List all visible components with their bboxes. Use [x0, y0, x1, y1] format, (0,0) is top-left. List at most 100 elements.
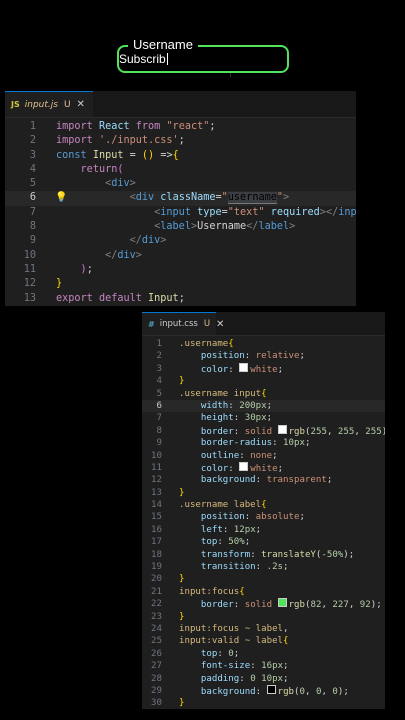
code-line[interactable]: 10 </div>	[5, 249, 356, 263]
code-line[interactable]: 9 border-radius: 10px;	[142, 437, 385, 449]
code-token: :	[255, 686, 267, 697]
code-line[interactable]: 8 border: solid rgb(255, 255, 255);	[142, 424, 385, 438]
code-token: {	[261, 500, 267, 511]
code-token: background	[200, 475, 256, 486]
code-line[interactable]: 18 transform: translateY(-50%);	[142, 549, 385, 561]
code-line[interactable]: 8 <label>Username</label>	[5, 220, 356, 234]
code-token: ;	[299, 512, 305, 523]
color-swatch-icon[interactable]	[239, 461, 249, 471]
color-swatch-icon[interactable]	[277, 424, 287, 434]
css-editor-panel: # input.css U ✕ 1 .username{2 position: r…	[142, 312, 385, 709]
code-line[interactable]: 15 position: absolute;	[142, 511, 385, 523]
line-number: 10	[151, 450, 162, 461]
code-line[interactable]: 14 .username label{	[142, 499, 385, 511]
code-line[interactable]: 2 import './input.css';	[5, 134, 356, 148]
color-swatch-icon[interactable]	[266, 684, 276, 694]
code-token: username	[227, 192, 277, 205]
code-line[interactable]: 7 height: 30px;	[142, 412, 385, 424]
code-token: div	[141, 235, 161, 247]
line-number: 6	[29, 192, 36, 204]
line-number: 14	[151, 500, 162, 511]
code-line[interactable]: 4}	[142, 375, 385, 387]
line-number: 18	[151, 549, 162, 560]
code-line[interactable]: 26 top: 0;	[142, 648, 385, 660]
code-line[interactable]: 5 <div>	[5, 177, 356, 191]
code-text: import './input.css';	[56, 134, 185, 148]
tab-input-js[interactable]: JS input.js U ✕	[5, 91, 93, 117]
close-icon[interactable]: ✕	[77, 99, 85, 110]
divider-tick	[230, 73, 231, 77]
code-line[interactable]: 11 color: white;	[142, 461, 385, 474]
code-line[interactable]: 3 const Input = () =>{	[5, 149, 356, 163]
code-token: border-radius	[200, 438, 273, 449]
code-line[interactable]: 20}	[142, 573, 385, 585]
code-text: background: transparent;	[179, 474, 332, 486]
code-line[interactable]: 7 <input type="text" required></input>	[5, 206, 356, 220]
close-icon[interactable]: ✕	[216, 319, 224, 330]
code-token: :	[250, 661, 262, 672]
code-line[interactable]: 30}	[142, 697, 385, 709]
code-token: :	[222, 524, 234, 535]
jsx-code-area[interactable]: 1 import React from "react"; 2 import './in…	[5, 118, 356, 306]
jsx-tab-bar: JS input.js U ✕	[5, 91, 356, 118]
code-text: .username label{	[179, 499, 267, 511]
code-token: >	[283, 192, 290, 204]
code-line[interactable]: 5 .username input{	[142, 388, 385, 400]
code-line[interactable]: 22 border: solid rgb(82, 227, 92);	[142, 598, 385, 610]
code-line[interactable]: 23}	[142, 611, 385, 623]
code-text: input:focus{	[179, 586, 245, 598]
code-line[interactable]: 16 left: 12px;	[142, 524, 385, 536]
code-line[interactable]: 17 top: 50%;	[142, 536, 385, 548]
code-line[interactable]: 12 background: transparent;	[142, 474, 385, 486]
tab-input-css[interactable]: # input.css U ✕	[142, 312, 224, 335]
code-line[interactable]: 21 input:focus{	[142, 586, 385, 598]
code-line[interactable]: 6 💡 <div className="username">	[5, 191, 356, 206]
code-line[interactable]: 9 </div>	[5, 234, 356, 248]
code-line[interactable]: 27 font-size: 16px;	[142, 660, 385, 672]
code-text: </div>	[56, 249, 142, 263]
line-number: 5	[29, 178, 36, 190]
color-swatch-icon[interactable]	[277, 598, 287, 608]
color-swatch-icon[interactable]	[239, 362, 249, 372]
code-token: input:focus ~ label	[179, 623, 284, 634]
code-text: border-radius: 10px;	[179, 437, 311, 449]
line-number: 21	[151, 586, 162, 597]
code-token: 255	[337, 426, 355, 437]
code-line[interactable]: 13 export default Input;	[5, 292, 356, 306]
code-token: }	[56, 278, 63, 290]
code-token: from	[135, 121, 167, 132]
line-number: 24	[151, 623, 162, 634]
untracked-status-badge: U	[203, 319, 211, 329]
code-line[interactable]: 19 transition: .2s;	[142, 561, 385, 573]
code-line[interactable]: 12}	[5, 277, 356, 291]
code-line[interactable]: 25 input:valid ~ label{	[142, 635, 385, 647]
code-line[interactable]: 13}	[142, 487, 385, 499]
code-token: div	[135, 192, 161, 204]
code-text: }	[56, 277, 62, 291]
code-line[interactable]: 10 outline: none;	[142, 450, 385, 462]
css-code-area[interactable]: 1 .username{2 position: relative; 3 color:…	[142, 336, 385, 709]
code-token: "text"	[227, 206, 271, 218]
code-line[interactable]: 4 return(	[5, 163, 356, 177]
code-token: ,	[354, 426, 366, 437]
code-token: top	[200, 537, 218, 548]
code-line[interactable]: 1 import React from "react";	[5, 120, 356, 134]
code-token: ;	[255, 524, 262, 535]
code-text: border: solid rgb(255, 255, 255);	[179, 424, 385, 438]
code-token: transform	[200, 549, 251, 560]
username-input-value[interactable]: Subscrib	[119, 52, 168, 66]
code-token: default	[98, 292, 149, 304]
code-token: 227	[332, 600, 349, 611]
code-line[interactable]: 11 );	[5, 263, 356, 277]
code-line[interactable]: 3 color: white;	[142, 362, 385, 375]
code-token: translateY	[261, 549, 316, 560]
code-line[interactable]: 24 input:focus ~ label,	[142, 623, 385, 635]
code-line[interactable]: 2 position: relative;	[142, 350, 385, 362]
code-line[interactable]: 29 background: rgb(0, 0, 0);	[142, 684, 385, 697]
code-line[interactable]: 1 .username{	[142, 338, 385, 350]
code-token: ;	[283, 661, 289, 672]
code-line[interactable]: 28 padding: 0 10px;	[142, 673, 385, 685]
code-line[interactable]: 6 width: 200px;	[142, 399, 385, 413]
